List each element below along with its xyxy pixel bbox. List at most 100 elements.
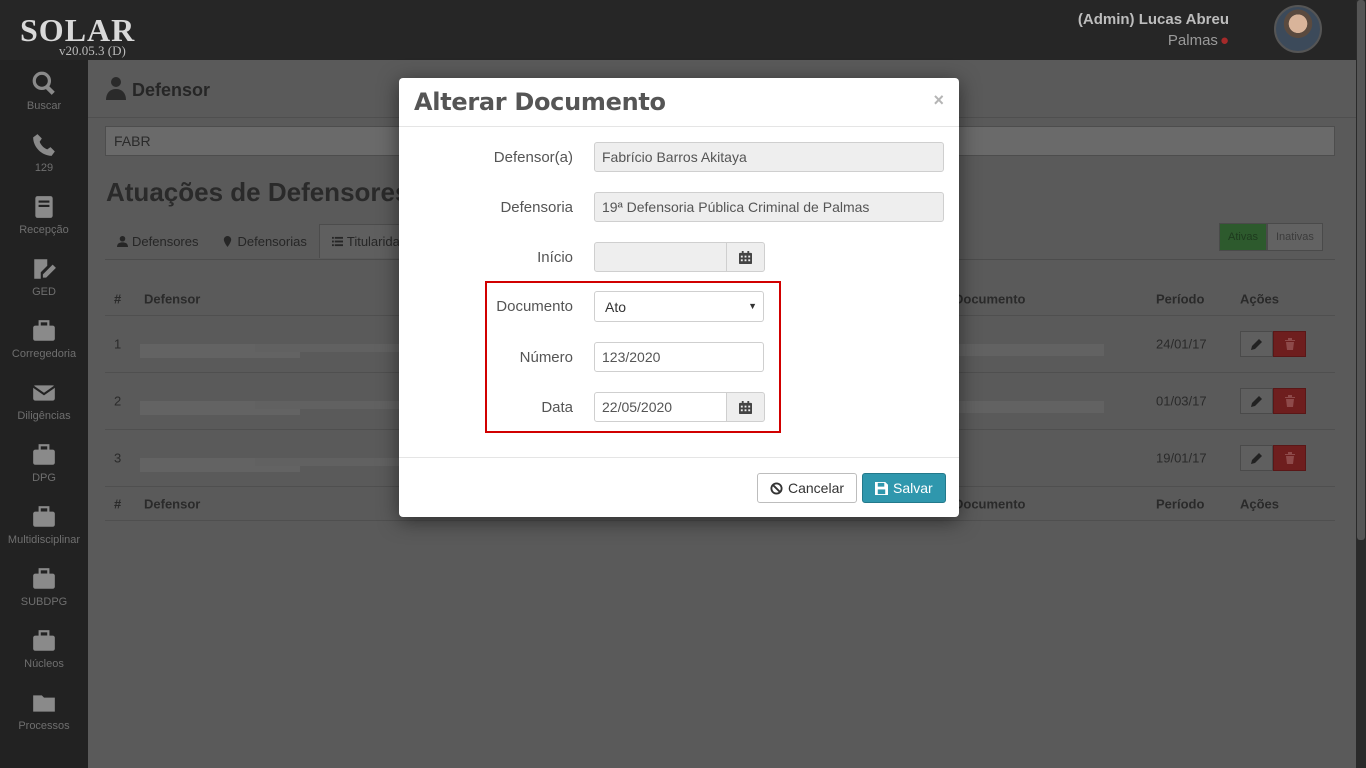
book-icon xyxy=(35,196,53,218)
row-period: 01/03/17 xyxy=(1156,393,1207,409)
row-actions xyxy=(1240,388,1306,414)
floppy-disk-icon xyxy=(875,481,888,495)
defensoria-label: Defensoria xyxy=(500,199,573,216)
sidebar-item-dpg[interactable]: DPG xyxy=(0,432,88,494)
map-marker-icon xyxy=(224,235,232,247)
user-tie-icon xyxy=(106,77,126,100)
pencil-icon xyxy=(1251,339,1262,350)
trash-icon xyxy=(1285,395,1295,407)
defensoria-field[interactable]: 19ª Defensoria Pública Criminal de Palma… xyxy=(594,192,944,222)
sidebar-item-label: DPG xyxy=(32,472,56,484)
edit-button[interactable] xyxy=(1240,331,1273,357)
briefcase-icon xyxy=(33,630,55,651)
pencil-icon xyxy=(1251,396,1262,407)
row-period: 19/01/17 xyxy=(1156,450,1207,466)
user-icon xyxy=(117,235,128,247)
briefcase-icon xyxy=(33,444,55,465)
user-location[interactable]: Palmas ● xyxy=(1168,32,1229,49)
sidebar-item-diligencias[interactable]: Diligências xyxy=(0,370,88,432)
column-footer-periodo: Período xyxy=(1156,496,1205,511)
search-icon xyxy=(32,71,55,95)
edit-button[interactable] xyxy=(1240,388,1273,414)
inicio-calendar-button[interactable] xyxy=(726,242,765,272)
tab-label: Defensores xyxy=(132,233,199,249)
toggle-inativas[interactable]: Inativas xyxy=(1266,223,1323,251)
row-actions xyxy=(1240,331,1306,357)
save-button[interactable]: Salvar xyxy=(862,473,946,503)
row-number: 3 xyxy=(114,450,122,466)
delete-button[interactable] xyxy=(1273,388,1306,414)
close-icon[interactable]: × xyxy=(933,90,944,111)
sidebar-item-subdpg[interactable]: SUBDPG xyxy=(0,556,88,618)
brand-logo[interactable]: SOLAR xyxy=(20,13,135,47)
sidebar: Buscar 129 Recepção GED Corregedoria Dil… xyxy=(0,60,88,768)
sidebar-item-recepcao[interactable]: Recepção xyxy=(0,184,88,246)
scrollbar-thumb[interactable] xyxy=(1357,0,1365,540)
ban-icon xyxy=(770,481,783,495)
sidebar-item-label: Recepção xyxy=(19,224,69,236)
edit-button[interactable] xyxy=(1240,445,1273,471)
toggle-ativas[interactable]: Ativas xyxy=(1219,223,1267,251)
app-version: v20.05.3 (D) xyxy=(59,43,126,58)
tab-defensores[interactable]: Defensores xyxy=(105,224,210,258)
column-header-periodo: Período xyxy=(1156,291,1205,306)
highlight-box xyxy=(485,281,781,433)
trash-icon xyxy=(1285,338,1295,350)
avatar[interactable] xyxy=(1274,5,1322,53)
sidebar-item-label: 129 xyxy=(34,162,54,174)
sidebar-item-buscar[interactable]: Buscar xyxy=(0,60,88,122)
user-city-label: Palmas xyxy=(1167,32,1218,49)
delete-button[interactable] xyxy=(1273,445,1306,471)
map-marker-icon: ● xyxy=(1219,32,1229,49)
column-header-documento: Documento xyxy=(954,291,1026,306)
sidebar-item-129[interactable]: 129 xyxy=(0,122,88,184)
sidebar-item-corregedoria[interactable]: Corregedoria xyxy=(0,308,88,370)
column-header-num: # xyxy=(114,291,122,306)
tab-label: Defensorias xyxy=(237,233,307,249)
briefcase-icon xyxy=(33,320,55,341)
briefcase-icon xyxy=(33,568,55,589)
cancel-button-label: Cancelar xyxy=(788,480,845,496)
row-number: 1 xyxy=(114,336,122,352)
section-title: Atuações de Defensores xyxy=(106,177,410,207)
trash-icon xyxy=(1285,452,1295,464)
status-toggle: Ativas Inativas xyxy=(1219,223,1323,251)
page-title: Defensor xyxy=(132,80,211,100)
sidebar-item-label: Processos xyxy=(18,720,70,732)
modal-title: Alterar Documento xyxy=(414,88,666,116)
blurred-subtext xyxy=(255,344,405,352)
defensor-field[interactable]: Fabrício Barros Akitaya xyxy=(594,142,944,172)
blurred-subtext xyxy=(255,458,405,466)
sidebar-item-label: Multidisciplinar xyxy=(7,534,81,546)
blurred-document xyxy=(954,401,1104,413)
save-button-label: Salvar xyxy=(893,480,933,496)
row-actions xyxy=(1240,445,1306,471)
user-name[interactable]: (Admin) Lucas Abreu xyxy=(1078,11,1229,28)
sidebar-item-label: Diligências xyxy=(17,410,71,422)
sidebar-item-label: Corregedoria xyxy=(11,348,77,360)
sidebar-item-label: Núcleos xyxy=(24,658,64,670)
list-icon xyxy=(331,236,343,247)
folder-icon xyxy=(33,695,55,712)
row-period: 24/01/17 xyxy=(1156,336,1207,352)
column-header-defensor: Defensor xyxy=(144,291,201,306)
modal-header: Alterar Documento × xyxy=(399,78,959,127)
cancel-button[interactable]: Cancelar xyxy=(757,473,858,503)
briefcase-icon xyxy=(33,506,55,527)
field-defensoria: Defensoria 19ª Defensoria Pública Crimin… xyxy=(399,192,959,223)
sidebar-item-multidisciplinar[interactable]: Multidisciplinar xyxy=(0,494,88,556)
blurred-subtext xyxy=(255,401,405,409)
inicio-label: Início xyxy=(537,249,573,266)
tab-defensorias[interactable]: Defensorias xyxy=(210,224,318,258)
sidebar-item-nucleos[interactable]: Núcleos xyxy=(0,618,88,680)
sidebar-item-ged[interactable]: GED xyxy=(0,246,88,308)
delete-button[interactable] xyxy=(1273,331,1306,357)
inicio-date-input[interactable] xyxy=(594,242,727,272)
calendar-icon xyxy=(739,250,752,264)
blurred-document xyxy=(954,344,1104,356)
sidebar-item-label: GED xyxy=(32,286,56,298)
column-footer-documento: Documento xyxy=(954,496,1026,511)
phone-icon xyxy=(33,134,55,156)
sidebar-item-processos[interactable]: Processos xyxy=(0,680,88,742)
alterar-documento-modal: Alterar Documento × Defensor(a) Fabrício… xyxy=(399,78,959,517)
